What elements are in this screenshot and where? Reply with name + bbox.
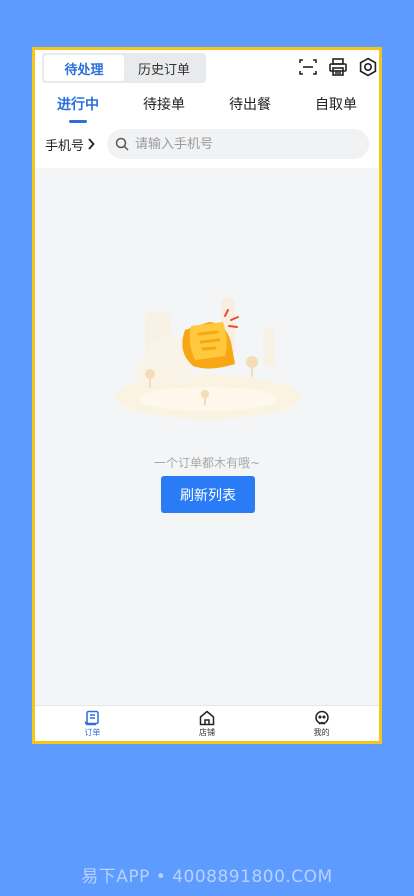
segment-pending[interactable]: 待处理 [44,55,124,81]
tab-label: 待接单 [143,97,185,113]
chevron-right-icon [88,138,95,150]
tab-pending-meal[interactable]: 待出餐 [207,90,293,120]
tab-self-pickup[interactable]: 自取单 [293,90,379,120]
empty-state-message: 一个订单都木有哦~ [153,456,261,470]
nav-label: 店铺 [199,727,215,737]
tab-label: 自取单 [315,97,357,113]
profile-icon [314,710,329,725]
header-actions [297,54,379,80]
search-type-label: 手机号 [45,138,85,154]
app-frame: 待处理 历史订单 进行中 待接单 待出餐 自取单 手机号 请输入手机号 一个订单… [32,47,382,744]
tab-pending-accept[interactable]: 待接单 [121,90,207,120]
refresh-list-button[interactable]: 刷新列表 [161,476,255,513]
nav-label: 订单 [84,727,101,737]
top-header: 待处理 历史订单 进行中 待接单 待出餐 自取单 手机号 请输入手机号 [35,50,379,168]
tab-label: 待出餐 [229,97,271,113]
nav-store[interactable]: 店铺 [150,706,265,741]
order-status-tabs: 进行中 待接单 待出餐 自取单 [35,90,379,123]
nav-label: 我的 [313,727,330,737]
search-row: 手机号 [35,126,379,162]
watermark-text: 易下APP • 4008891800.COM [81,867,333,887]
store-icon [199,710,215,725]
order-segment-control: 待处理 历史订单 [42,53,206,83]
tab-label: 进行中 [57,97,99,113]
search-icon [115,137,129,151]
tab-in-progress[interactable]: 进行中 [35,90,121,123]
settings-icon[interactable] [357,56,379,78]
printer-icon[interactable] [327,56,349,78]
active-tab-indicator [69,120,87,123]
scan-icon[interactable] [297,56,319,78]
bottom-navigation: 订单 店铺 我的 [35,705,379,741]
segment-history[interactable]: 历史订单 [124,55,204,81]
phone-search-input[interactable] [135,136,335,152]
empty-orders-illustration [116,297,300,419]
order-icon [85,710,100,725]
nav-profile[interactable]: 我的 [264,706,379,741]
nav-orders[interactable]: 订单 [35,706,150,741]
search-type-selector[interactable]: 手机号 [35,135,107,154]
search-box [107,129,369,159]
